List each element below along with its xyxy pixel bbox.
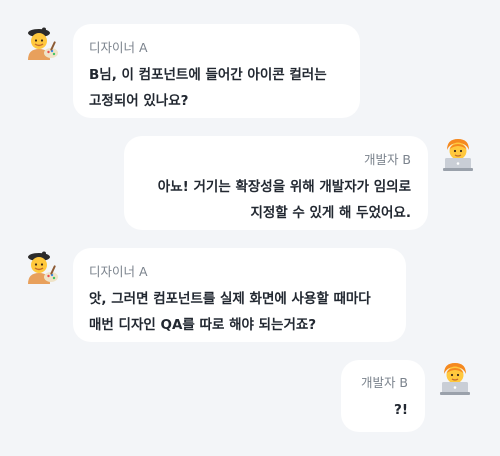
developer-laptop-icon [440,363,470,395]
sender-name: 개발자 B [360,375,408,390]
chat-message-developer-2: 개발자 B ?! [0,0,500,440]
message-text: ?! [394,402,408,418]
chat-bubble: 개발자 B ?! [341,360,425,432]
